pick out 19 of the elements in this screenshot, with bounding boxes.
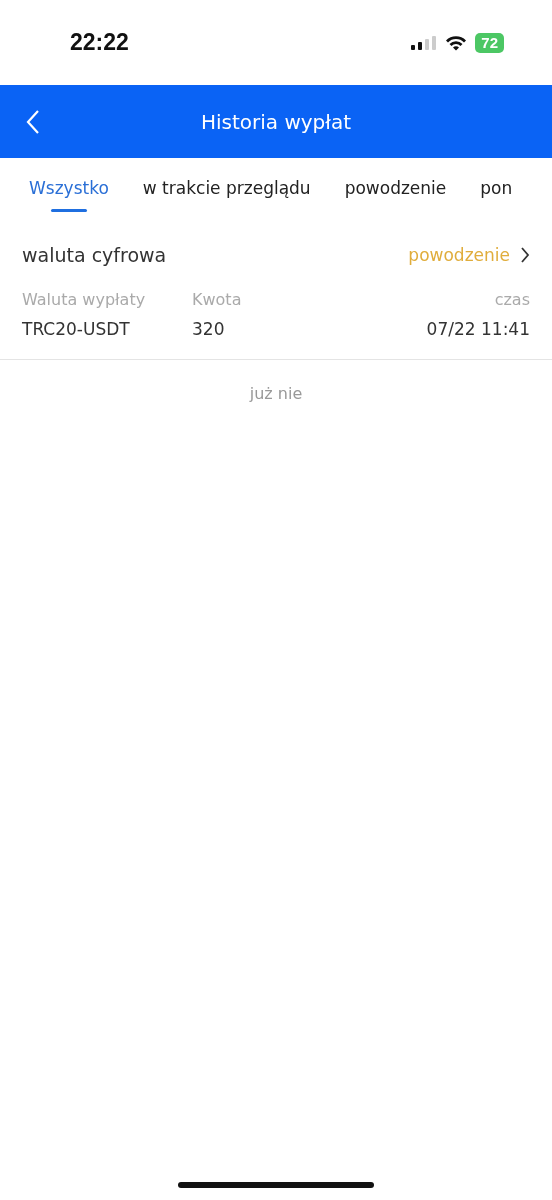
back-button[interactable]: [26, 109, 40, 135]
battery-indicator: 72: [475, 32, 504, 53]
column-heading: czas: [494, 290, 530, 309]
status-time: 22:22: [70, 29, 129, 56]
tab[interactable]: powodzenie: [344, 169, 447, 209]
tab[interactable]: w trakcie przeglądu: [142, 169, 311, 209]
end-message: już nie: [249, 384, 303, 403]
signal-icon: [411, 35, 438, 50]
chevron-icon[interactable]: [520, 246, 530, 264]
column-value: 07/22 11:41: [426, 319, 530, 339]
tab[interactable]: pon: [480, 169, 513, 209]
tab[interactable]: Wszystko: [29, 169, 109, 209]
column-value: 320: [192, 319, 226, 339]
wifi-icon: [445, 34, 468, 51]
page-title: Historia wypłat: [200, 109, 352, 134]
record-type: waluta cyfrowa: [22, 244, 168, 266]
column-heading: Kwota: [192, 290, 242, 309]
column-heading: Waluta wypłaty: [22, 290, 147, 309]
column-value: TRC20-USDT: [22, 319, 131, 339]
